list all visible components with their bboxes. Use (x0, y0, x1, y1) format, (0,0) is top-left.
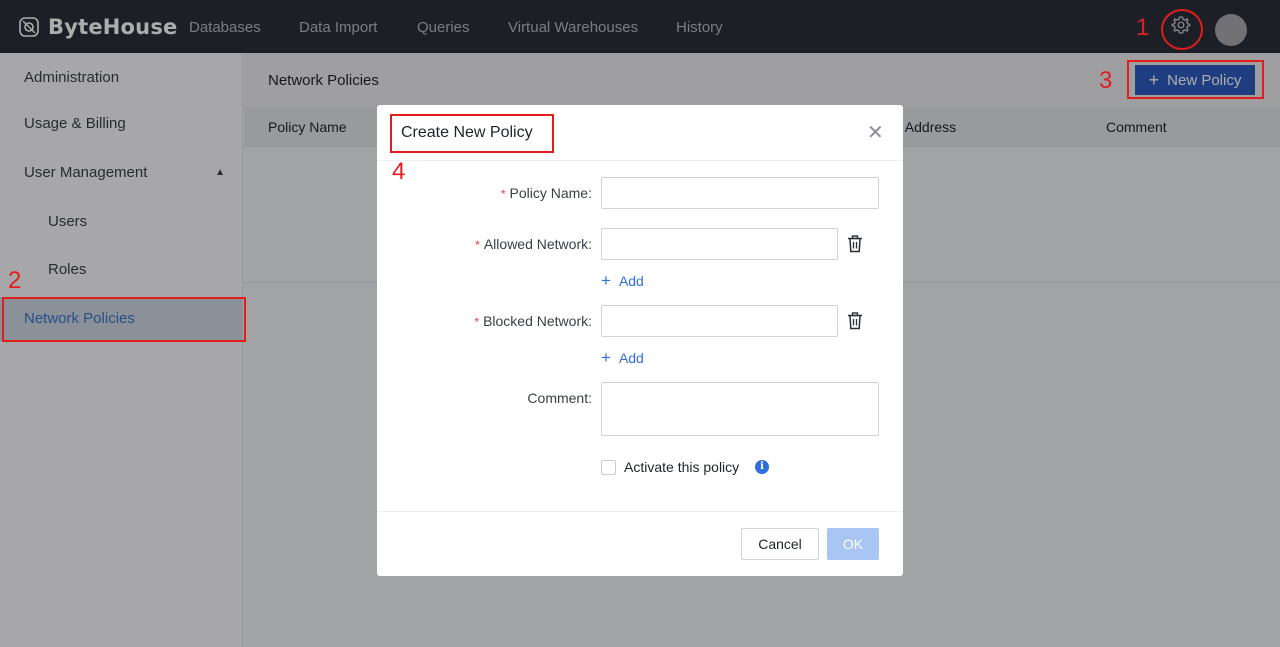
annotation-box-dialog-title (390, 114, 554, 153)
annotation-step-1: 1 (1136, 14, 1150, 41)
allowed-network-label: * Allowed Network: (475, 236, 592, 252)
add-blocked-network-link[interactable]: + Add (601, 349, 644, 366)
divider (377, 511, 903, 512)
comment-label: Comment: (527, 390, 592, 406)
trash-icon[interactable] (847, 235, 865, 253)
blocked-network-label: * Blocked Network: (474, 313, 592, 329)
info-icon[interactable]: i (755, 460, 769, 474)
annotation-step-3: 3 (1099, 67, 1113, 94)
policy-name-label: * Policy Name: (500, 185, 592, 201)
policy-name-input[interactable] (601, 177, 879, 209)
activate-policy-label[interactable]: Activate this policy (624, 459, 739, 475)
activate-policy-checkbox[interactable] (601, 460, 616, 475)
plus-icon: + (601, 271, 611, 290)
required-marker: * (500, 187, 506, 201)
add-allowed-network-link[interactable]: + Add (601, 272, 644, 289)
comment-textarea[interactable] (601, 382, 879, 436)
create-policy-dialog: Create New Policy ✕ * Policy Name: * Allow… (377, 105, 903, 576)
annotation-step-4: 4 (392, 158, 406, 185)
ok-button[interactable]: OK (827, 528, 879, 560)
required-marker: * (475, 238, 480, 252)
cancel-button[interactable]: Cancel (741, 528, 819, 560)
plus-icon: + (601, 348, 611, 367)
close-icon[interactable]: ✕ (867, 123, 884, 143)
annotation-circle-settings (1161, 9, 1203, 50)
annotation-box-network-policies (2, 297, 246, 342)
divider (377, 160, 903, 161)
trash-icon[interactable] (847, 312, 865, 330)
blocked-network-input[interactable] (601, 305, 838, 337)
annotation-step-2: 2 (8, 267, 22, 294)
allowed-network-input[interactable] (601, 228, 838, 260)
annotation-box-new-policy (1127, 60, 1264, 99)
required-marker: * (474, 315, 480, 329)
